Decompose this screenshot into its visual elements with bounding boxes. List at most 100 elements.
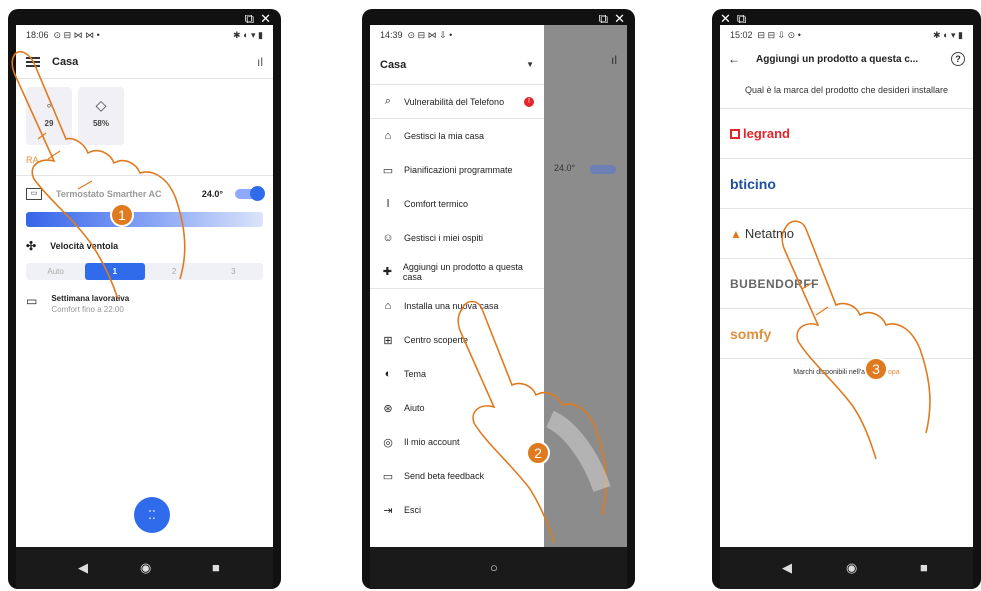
humidity-drop-icon: ◇ xyxy=(95,97,107,113)
menu-item-label: Aiuto xyxy=(404,403,425,413)
recents-nav-icon[interactable]: ■ xyxy=(212,560,220,576)
fan-label: Velocità ventola xyxy=(50,241,119,251)
brand-item-netatmo[interactable]: ▲ Netatmo xyxy=(720,209,973,259)
clock: 18:06 xyxy=(26,30,49,40)
phone-search-icon: ⌕ xyxy=(384,95,392,107)
thermostat-toggle[interactable] xyxy=(235,186,265,201)
phone-screenshot-3: ✕ ⧉ 15:02 ⊟ ⊟ ⇩ ⊙ • ✱ ◐ ▾ ▮ ← Aggiungi u… xyxy=(712,9,981,589)
status-bar: 18:06 ⊙ ⊟ ⋈ ⋈ • ✱ ◐ ▾ ▮ xyxy=(16,25,273,45)
dimmed-temp: 24.0° xyxy=(554,163,576,173)
card-value: 29 xyxy=(44,119,54,128)
menu-item-esci[interactable]: ⇥ Esci xyxy=(370,493,544,527)
help-icon: ⊛ xyxy=(383,402,393,415)
fan-speed-auto[interactable]: Auto xyxy=(26,263,85,280)
status-icons: ⊙ ⊟ ⋈ ⋈ • xyxy=(53,29,100,40)
system-icons: ✱ ◐ ▾ ▮ xyxy=(933,29,963,40)
ac-unit-icon: ▭ xyxy=(26,188,42,200)
brand-item-somfy[interactable]: somfy xyxy=(720,309,973,359)
home-nav-icon[interactable]: ○ xyxy=(490,560,498,576)
schedule-subtitle: Comfort fino a 22:00 xyxy=(51,305,124,314)
temperature-icon: ◦ xyxy=(46,97,52,113)
thermometer-icon: ǀ xyxy=(386,198,390,210)
brand-item-bticino[interactable]: bticino xyxy=(720,159,973,209)
calendar-icon: ▭ xyxy=(26,294,38,308)
exit-icon: ⇥ xyxy=(383,504,393,517)
back-nav-icon[interactable]: ◀ xyxy=(782,560,792,576)
menu-item-ospiti[interactable]: ☺ Gestisci i miei ospiti xyxy=(370,221,544,255)
menu-item-label: Comfort termico xyxy=(404,199,469,209)
back-arrow-icon[interactable]: ← xyxy=(728,52,740,66)
menu-item-vulnerabilita[interactable]: ⌕ Vulnerabilità del Telefono ! xyxy=(370,85,544,119)
screen: 15:02 ⊟ ⊟ ⇩ ⊙ • ✱ ◐ ▾ ▮ ← Aggiungi un pr… xyxy=(720,25,973,547)
footnote-text: Marchi disponibili nell'area xyxy=(793,369,876,376)
brand-item-bubendorff[interactable]: BUBENDORFF xyxy=(720,259,973,309)
menu-item-aiuto[interactable]: ⊛ Aiuto xyxy=(370,391,544,425)
feedback-icon: ▭ xyxy=(382,470,394,483)
menu-item-label: Gestisci la mia casa xyxy=(404,131,485,141)
android-nav-bar: ◀ ◉ ■ xyxy=(16,547,273,589)
fan-speed-1[interactable]: 1 xyxy=(85,263,145,280)
sensor-card[interactable]: ◇ 58% xyxy=(78,87,124,145)
room-label: RA xyxy=(26,155,39,165)
schedule-title: Settimana lavorativa xyxy=(51,294,130,303)
home-nav-icon[interactable]: ◉ xyxy=(846,560,857,576)
fan-speed-2[interactable]: 2 xyxy=(145,263,204,280)
menu-item-feedback[interactable]: ▭ Send beta feedback xyxy=(370,459,544,493)
brand-name: somfy xyxy=(730,325,772,342)
menu-item-label: Aggiungi un prodotto a questa casa xyxy=(402,261,523,282)
hamburger-menu-icon[interactable] xyxy=(26,56,40,67)
schedule-row[interactable]: ▭ Settimana lavorativa Comfort fino a 22… xyxy=(16,284,273,324)
thermostat-row[interactable]: ▭ Termostato Smarther AC 24.0° xyxy=(16,182,273,206)
status-bar: 14:39 ⊙ ⊟ ⋈ ⇩ • xyxy=(370,25,544,45)
help-icon[interactable]: ? xyxy=(951,52,965,66)
menu-item-label: Tema xyxy=(404,369,427,379)
dimmed-background[interactable]: ıl 24.0° xyxy=(544,25,627,547)
menu-item-account[interactable]: ◎ Il mio account xyxy=(370,425,544,459)
legrand-logo-icon xyxy=(730,128,740,139)
calendar-icon: ▭ xyxy=(382,164,394,177)
fab-button[interactable]: ⁚⁚ xyxy=(134,497,170,533)
menu-item-tema[interactable]: ◐ Tema xyxy=(370,357,544,391)
page-title: Casa xyxy=(52,55,79,68)
fan-icon: ✣ xyxy=(26,239,37,253)
home-selector[interactable]: Casa ▼ xyxy=(370,45,544,85)
fan-speed-row: ✣ Velocità ventola xyxy=(16,233,273,259)
system-icons: ✱ ◐ ▾ ▮ xyxy=(233,29,263,40)
home-plus-icon: ⌂ xyxy=(384,300,392,312)
account-icon: ◎ xyxy=(383,436,393,449)
thermostat-name: Termostato Smarther AC xyxy=(56,188,162,199)
divider xyxy=(16,175,273,176)
screen: 18:06 ⊙ ⊟ ⋈ ⋈ • ✱ ◐ ▾ ▮ Casa ıl ◦ 29 ◇ 5… xyxy=(16,25,273,547)
navigation-drawer: 14:39 ⊙ ⊟ ⋈ ⇩ • Casa ▼ ⌕ Vulnerabilità d… xyxy=(370,25,544,547)
grid-icon: ⊞ xyxy=(383,334,393,347)
temperature-slider[interactable] xyxy=(26,212,263,227)
clock: 15:02 xyxy=(730,30,753,40)
brand-name: BUBENDORFF xyxy=(730,276,819,291)
step-badge: 1 xyxy=(110,203,134,227)
android-nav-bar: ○ xyxy=(370,547,627,589)
menu-item-installa-casa[interactable]: ⌂ Installa una nuova casa xyxy=(370,289,544,323)
brand-item-legrand[interactable]: legrand xyxy=(720,109,973,159)
sensor-card[interactable]: ◦ 29 xyxy=(26,87,72,145)
menu-item-aggiungi-prodotto[interactable]: ✚ Aggiungi un prodotto a questa casa xyxy=(370,255,544,289)
menu-item-label: Vulnerabilità del Telefono xyxy=(404,96,505,107)
home-icon: ⌂ xyxy=(384,130,392,142)
menu-item-gestisci-casa[interactable]: ⌂ Gestisci la mia casa xyxy=(370,119,544,153)
android-nav-bar: ◀ ◉ ■ xyxy=(720,547,973,589)
menu-item-pianificazioni[interactable]: ▭ Pianificazioni programmate xyxy=(370,153,544,187)
dimmed-toggle xyxy=(590,165,616,174)
menu-item-comfort[interactable]: ǀ Comfort termico xyxy=(370,187,544,221)
phone-screenshot-2: ⧉ ✕ ıl 24.0° 14:39 ⊙ ⊟ ⋈ ⇩ • Casa ▼ ⌕ Vu… xyxy=(362,9,635,589)
theme-icon: ◐ xyxy=(384,368,392,380)
menu-item-label: Gestisci i miei ospiti xyxy=(404,233,484,243)
home-nav-icon[interactable]: ◉ xyxy=(140,560,151,576)
thermostat-temp: 24.0° xyxy=(201,189,223,199)
bar-chart-icon[interactable]: ıl xyxy=(257,55,263,69)
menu-item-centro-scoperte[interactable]: ⊞ Centro scoperte xyxy=(370,323,544,357)
status-icons: ⊟ ⊟ ⇩ ⊙ • xyxy=(757,29,801,40)
recents-nav-icon[interactable]: ■ xyxy=(920,560,928,576)
phone-screenshot-1: ⧉ ✕ 18:06 ⊙ ⊟ ⋈ ⋈ • ✱ ◐ ▾ ▮ Casa ıl ◦ 29… xyxy=(8,9,281,589)
brand-name: legrand xyxy=(743,126,790,141)
back-nav-icon[interactable]: ◀ xyxy=(78,560,88,576)
fan-speed-3[interactable]: 3 xyxy=(204,263,263,280)
